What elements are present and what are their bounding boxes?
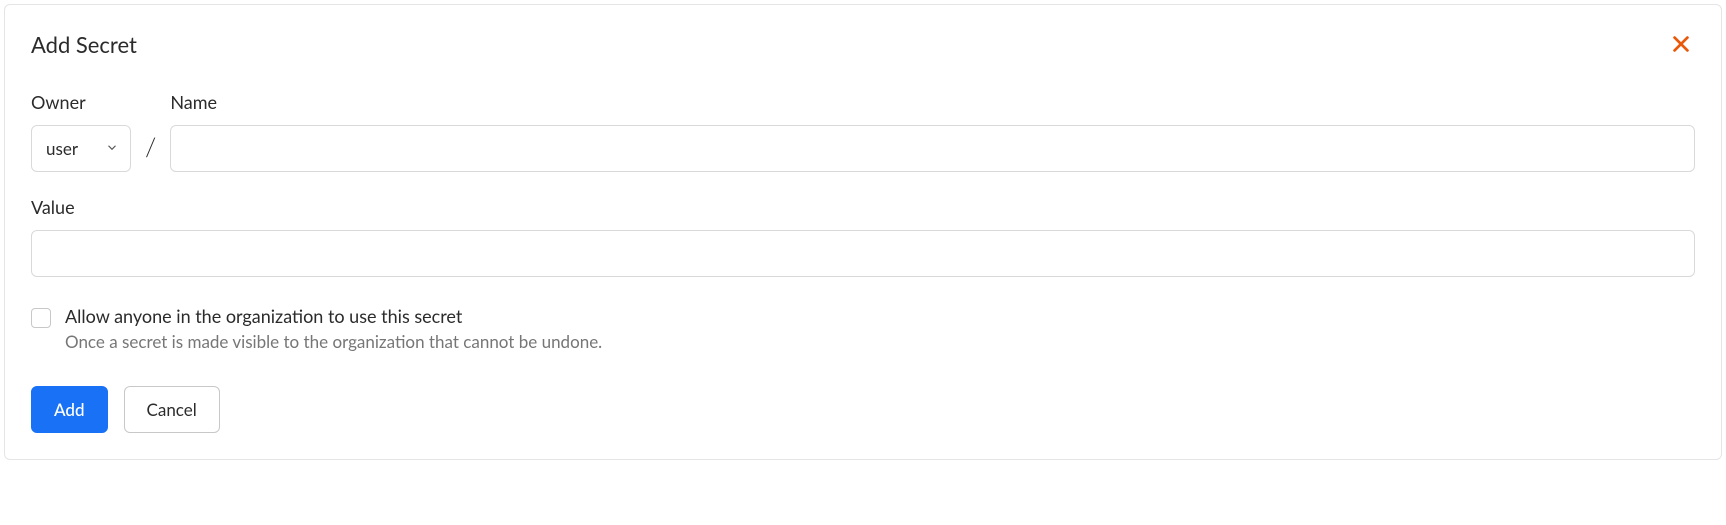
- cancel-button[interactable]: Cancel: [124, 386, 220, 433]
- add-button[interactable]: Add: [31, 386, 108, 433]
- value-label: Value: [31, 196, 1695, 218]
- panel-header: Add Secret: [31, 31, 1695, 59]
- name-input[interactable]: [170, 125, 1695, 172]
- allow-org-text: Allow anyone in the organization to use …: [65, 305, 602, 352]
- allow-org-label: Allow anyone in the organization to use …: [65, 305, 602, 327]
- value-field-group: Value: [31, 196, 1695, 277]
- owner-select-wrap: user: [31, 125, 131, 172]
- name-field-group: Name: [170, 91, 1695, 172]
- owner-name-separator: /: [145, 130, 156, 172]
- owner-name-row: Owner user / Name: [31, 91, 1695, 172]
- allow-org-checkbox[interactable]: [31, 308, 51, 328]
- button-row: Add Cancel: [31, 386, 1695, 433]
- owner-select[interactable]: user: [31, 125, 131, 172]
- close-icon: [1670, 33, 1692, 58]
- owner-field-group: Owner user: [31, 91, 131, 172]
- value-input[interactable]: [31, 230, 1695, 277]
- owner-label: Owner: [31, 91, 131, 113]
- add-secret-panel: Add Secret Owner user / Name Valu: [4, 4, 1722, 460]
- name-label: Name: [170, 91, 1695, 113]
- close-button[interactable]: [1667, 31, 1695, 59]
- panel-title: Add Secret: [31, 31, 137, 58]
- allow-org-row: Allow anyone in the organization to use …: [31, 305, 1695, 352]
- allow-org-help: Once a secret is made visible to the org…: [65, 331, 602, 352]
